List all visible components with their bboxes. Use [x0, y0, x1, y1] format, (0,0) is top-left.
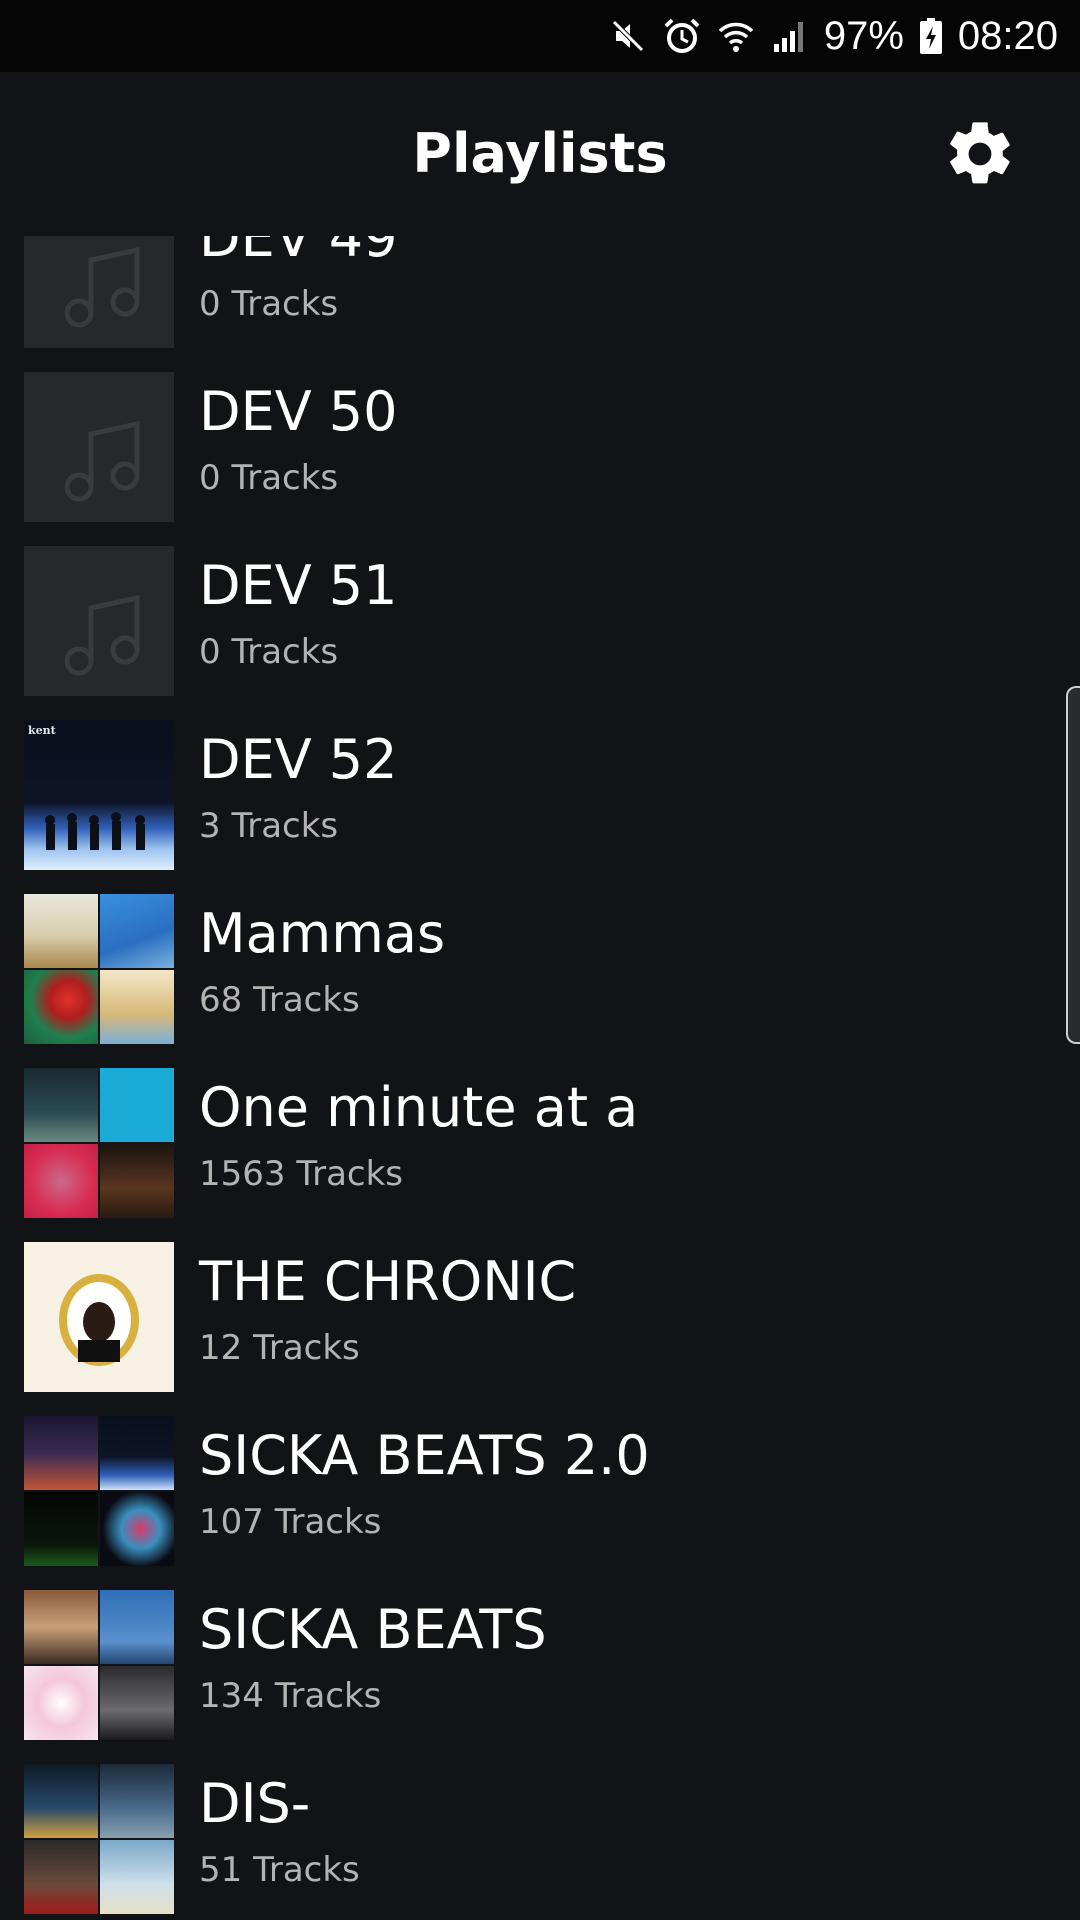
playlist-track-count: 68 Tracks [199, 980, 360, 1020]
playlist-artwork-mosaic [24, 1764, 174, 1914]
playlist-item[interactable]: Mammas 68 Tracks [0, 894, 1080, 1068]
playlist-name: DEV 51 [199, 554, 398, 617]
playlist-item[interactable]: DIS- 51 Tracks [0, 1764, 1080, 1920]
playlist-track-count: 3 Tracks [199, 806, 339, 846]
playlist-artwork-mosaic [24, 1590, 174, 1740]
playlist-artwork-placeholder [24, 372, 174, 522]
playlist-track-count: 134 Tracks [199, 1676, 382, 1716]
playlist-track-count: 0 Tracks [199, 284, 339, 324]
playlist-item[interactable]: DEV 49 0 Tracks [0, 236, 1080, 372]
playlist-item[interactable]: DEV 50 0 Tracks [0, 372, 1080, 546]
playlist-item[interactable]: THE CHRONIC 12 Tracks [0, 1242, 1080, 1416]
battery-charging-icon [918, 16, 944, 56]
music-note-icon [64, 420, 140, 502]
playlist-track-count: 107 Tracks [199, 1502, 382, 1542]
playlist-name: SICKA BEATS 2.0 [199, 1424, 650, 1487]
playlist-artwork-mosaic [24, 894, 174, 1044]
playlist-name: DEV 50 [199, 380, 398, 443]
svg-text:kent: kent [28, 724, 57, 737]
playlist-name: DEV 52 [199, 728, 398, 791]
playlist-name: SICKA BEATS [199, 1598, 547, 1661]
playlist-name: DIS- [199, 1772, 311, 1835]
playlist-name: DEV 49 [199, 236, 398, 269]
playlist-track-count: 51 Tracks [199, 1850, 360, 1890]
playlist-item[interactable]: One minute at a 1563 Tracks [0, 1068, 1080, 1242]
clock: 08:20 [957, 13, 1058, 58]
wifi-icon [716, 16, 756, 56]
playlist-name: Mammas [199, 902, 446, 965]
music-note-icon [64, 594, 140, 676]
settings-button[interactable] [940, 114, 1020, 194]
playlist-track-count: 0 Tracks [199, 632, 339, 672]
playlist-track-count: 12 Tracks [199, 1328, 360, 1368]
playlist-artwork-mosaic [24, 1416, 174, 1566]
scrollbar-thumb[interactable] [1066, 686, 1080, 1044]
playlist-item[interactable]: DEV 51 0 Tracks [0, 546, 1080, 720]
signal-icon [770, 16, 810, 56]
music-note-icon [64, 246, 140, 328]
playlist-item[interactable]: kent DEV 52 3 Tracks [0, 720, 1080, 894]
playlist-item[interactable]: SICKA BEATS 2.0 107 Tracks [0, 1416, 1080, 1590]
playlist-artwork-placeholder [24, 546, 174, 696]
status-bar: 97% 08:20 [0, 0, 1080, 72]
app-header: Playlists [0, 72, 1080, 236]
playlist-track-count: 1563 Tracks [199, 1154, 404, 1194]
page-title: Playlists [412, 122, 668, 185]
playlist-item[interactable]: SICKA BEATS 134 Tracks [0, 1590, 1080, 1764]
playlist-name: One minute at a [199, 1076, 639, 1139]
playlist-artwork-mosaic [24, 1068, 174, 1218]
playlist-artwork-placeholder [24, 236, 174, 348]
playlist-artwork [24, 1242, 174, 1392]
playlist-list[interactable]: DEV 49 0 Tracks DEV 50 0 Tracks DEV 51 0… [0, 236, 1080, 1920]
gear-icon [950, 122, 1010, 184]
battery-percent: 97% [823, 13, 904, 58]
mute-icon [608, 16, 648, 56]
playlist-name: THE CHRONIC [199, 1250, 577, 1313]
alarm-icon [662, 16, 702, 56]
playlist-track-count: 0 Tracks [199, 458, 339, 498]
playlist-artwork: kent [24, 720, 174, 870]
